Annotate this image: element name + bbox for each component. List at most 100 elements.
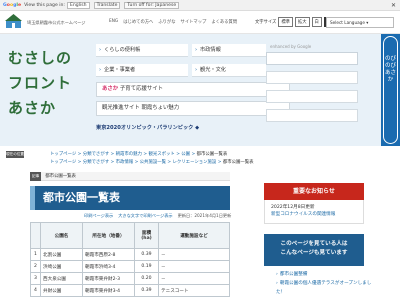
close-icon[interactable]: ✕ <box>391 0 396 11</box>
link-faq[interactable]: よくある質問 <box>211 19 237 25</box>
breadcrumb-link[interactable]: トップページ <box>50 160 76 165</box>
main-menu: › くらしの便利帳 › 市政情報 › 企業・事業者 › 観光・文化 あさか 子育… <box>96 38 291 144</box>
search-by-category[interactable] <box>266 90 358 103</box>
language-select[interactable]: English <box>66 1 90 9</box>
list-item[interactable]: › 朝霞公園の個人優遇テラスがオープンしました！ <box>276 279 372 297</box>
article-location-text: 都市公園一覧表 <box>45 174 76 179</box>
breadcrumb-link[interactable]: 公共施設一覧 <box>140 160 166 165</box>
park-facilities: テニスコート <box>158 284 230 297</box>
park-name: 浜崎公園 <box>40 260 83 273</box>
park-facilities: － <box>158 248 230 261</box>
view-page-label: View this page in: <box>24 2 65 8</box>
updated-date: 更新日：2021年4月1日更新 <box>177 213 232 218</box>
table-row: 1 北割公園 朝霞市西原2-8 0.39 － <box>30 248 230 261</box>
site-logo-icon[interactable] <box>5 14 22 29</box>
menu-item-city-info[interactable]: › 市政情報 <box>192 44 266 57</box>
breadcrumb-line-1: トップページ > 分類でさがす > 朝霞市の魅力 > 観光スポット > 公園 >… <box>50 152 228 157</box>
breadcrumb-tag: 現在の位置 <box>6 151 24 158</box>
park-area: 0.39 <box>134 284 159 297</box>
banner-text: 観光推進サイト 朝霞ちょい魅力 <box>102 105 180 111</box>
turn-off-button[interactable]: Turn off for: Japanese <box>124 1 180 9</box>
select-language-dropdown[interactable]: Select Language ▾ <box>326 17 394 28</box>
breadcrumb-link[interactable]: 市政情報 <box>116 160 134 165</box>
related-pages-list: › 都市公園整備 › 朝霞公園の個人優遇テラスがオープンしました！ <box>276 270 372 297</box>
article-location-bar: 記事 都市公園一覧表 <box>30 172 230 181</box>
banner-prefix: あさか <box>102 86 119 92</box>
table-row: 3 西大泉公園 朝霞市東弁財2-3 0.20 － <box>30 272 230 285</box>
logo-line-1: むさしの <box>8 49 73 67</box>
side-tab-label: のびのびあさか <box>384 56 396 83</box>
park-area: 0.20 <box>134 272 159 285</box>
row-number: 3 <box>30 272 41 285</box>
text-size-controls: 文字サイズ 標準 拡大 白 黒 <box>255 17 335 27</box>
arrow-icon: › <box>99 47 102 53</box>
breadcrumb-current: 都市公園一覧表 <box>196 152 228 157</box>
childcare-banner[interactable]: あさか 子育て応援サイト <box>96 82 290 97</box>
menu-item-tourism[interactable]: › 観光・文化 <box>192 64 266 77</box>
link-sitemap[interactable]: サイトマップ <box>181 19 207 25</box>
search-by-purpose[interactable] <box>266 109 358 122</box>
breadcrumb-link[interactable]: 分類でさがす <box>83 152 109 157</box>
table-header-row: 公園名 所在地（地番） 面積(ha) 運動施設など <box>30 222 230 249</box>
related-link: 都市公園整備 <box>279 272 308 277</box>
breadcrumb: 現在の位置 トップページ > 分類でさがす > 朝霞市の魅力 > 観光スポット … <box>0 146 400 170</box>
contrast-white-button[interactable]: 白 <box>311 17 322 27</box>
utility-links: ENG はじめての方へ ふりがな サイトマップ よくある質問 <box>109 19 237 25</box>
translate-button[interactable]: Translate <box>93 1 121 9</box>
breadcrumb-line-2: トップページ > 分類でさがす > 市政情報 > 公共施設一覧 > レクリエーシ… <box>50 160 254 165</box>
arrow-icon: › <box>276 272 278 277</box>
search-by-organization[interactable] <box>266 71 358 84</box>
arrow-icon: › <box>195 67 198 73</box>
banner-text: 子育て応援サイト <box>119 86 164 92</box>
table-row: 2 浜崎公園 朝霞市浜崎3-4 0.19 － <box>30 260 230 273</box>
menu-item-business[interactable]: › 企業・事業者 <box>96 64 188 77</box>
site-tagline: 埼玉県朝霞市公式ホームページ <box>27 20 86 25</box>
city-logo[interactable]: むさしの フロント あさか <box>8 46 92 132</box>
link-eng[interactable]: ENG <box>109 19 118 25</box>
park-address: 朝霞市西原2-8 <box>82 248 135 261</box>
park-facilities: － <box>158 260 230 273</box>
menu-item-label: 観光・文化 <box>200 67 226 73</box>
park-address: 朝霞市東弁財2-3 <box>82 272 135 285</box>
link-first-time[interactable]: はじめての方へ <box>123 19 153 25</box>
breadcrumb-link[interactable]: 観光スポット <box>148 152 174 157</box>
list-item[interactable]: › 都市公園整備 <box>276 270 372 279</box>
search-input[interactable] <box>266 52 358 65</box>
notice-link[interactable]: 新型コロナウイルスの関連情報 <box>271 211 357 218</box>
side-tab-button[interactable]: のびのびあさか <box>381 34 400 146</box>
large-print-link[interactable]: 大きな文字で印刷ページ表示 <box>118 213 172 219</box>
text-size-standard-button[interactable]: 標準 <box>278 17 293 27</box>
park-area: 0.19 <box>134 260 159 273</box>
parks-table: 公園名 所在地（地番） 面積(ha) 運動施設など 1 北割公園 朝霞市西原2-… <box>30 222 230 297</box>
row-number: 4 <box>30 284 41 297</box>
text-size-large-button[interactable]: 拡大 <box>294 17 310 27</box>
related-heading-line-2: こんなページも見ています <box>280 250 348 256</box>
table-header: 公園名 <box>40 222 83 249</box>
olympic-link[interactable]: 東京2020オリンピック・パラリンピック ◆ <box>96 124 290 135</box>
page: Google View this page in: English Transl… <box>0 0 400 300</box>
utility-header: 埼玉県朝霞市公式ホームページ ENG はじめての方へ ふりがな サイトマップ よ… <box>0 11 400 34</box>
arrow-icon: › <box>99 67 102 73</box>
notice-date: 2022年12月8日更新 <box>271 205 315 210</box>
breadcrumb-link[interactable]: レクリエーション施設 <box>173 160 217 165</box>
breadcrumb-link[interactable]: 分類でさがす <box>83 160 109 165</box>
park-facilities: － <box>158 272 230 285</box>
breadcrumb-link[interactable]: 公園 <box>181 152 190 157</box>
park-name: 西大泉公園 <box>40 272 83 285</box>
breadcrumb-link[interactable]: トップページ <box>50 152 76 157</box>
print-page-link[interactable]: 印刷ページ表示 <box>84 213 113 219</box>
important-notice-heading: 重要なお知らせ <box>264 183 364 200</box>
breadcrumb-link[interactable]: 朝霞市の魅力 <box>116 152 142 157</box>
menu-item-label: 市政情報 <box>200 47 221 53</box>
menu-item-label: 企業・事業者 <box>104 67 136 73</box>
side-tab-frame <box>383 36 398 144</box>
text-size-label: 文字サイズ <box>255 20 277 25</box>
tourism-banner[interactable]: 観光推進サイト 朝霞ちょい魅力 <box>96 101 290 116</box>
park-name: 北割公園 <box>40 248 83 261</box>
arrow-icon: › <box>276 281 278 286</box>
logo-line-3: あさか <box>8 99 57 117</box>
table-header: 面積(ha) <box>134 222 159 249</box>
menu-item-living[interactable]: › くらしの便利帳 <box>96 44 188 57</box>
search-panel: enhanced by Google <box>266 44 376 122</box>
link-furigana[interactable]: ふりがな <box>158 19 175 25</box>
